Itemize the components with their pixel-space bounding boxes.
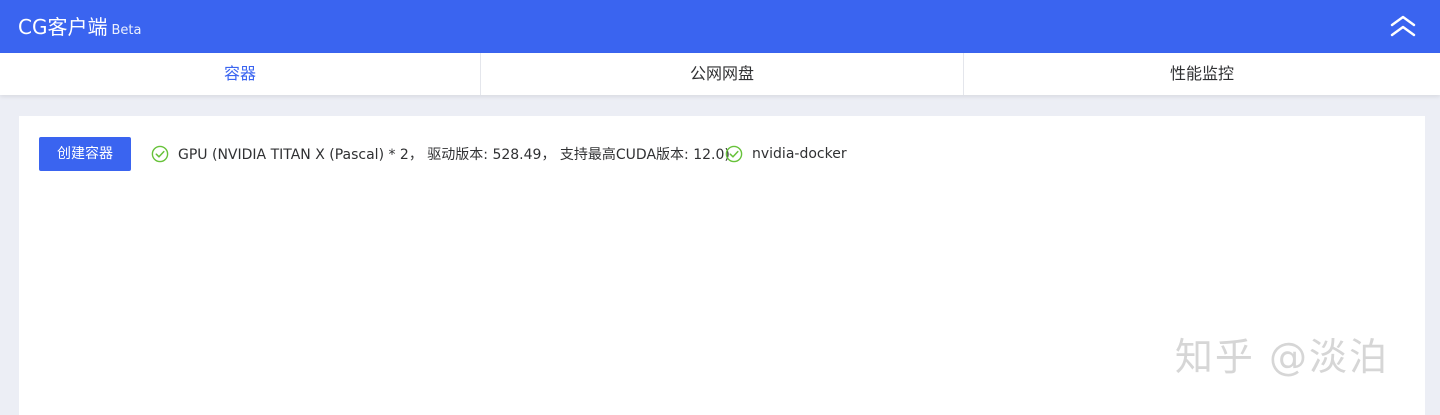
gpu-status: GPU (NVIDIA TITAN X (Pascal) * 2， 驱动版本: … (151, 144, 730, 164)
docker-status: nvidia-docker (725, 144, 847, 164)
check-circle-icon (151, 145, 169, 163)
tab-public-netdisk[interactable]: 公网网盘 (480, 53, 963, 95)
tab-containers[interactable]: 容器 (0, 53, 480, 95)
check-circle-icon (725, 145, 743, 163)
app-header: CG客户端 Beta (0, 0, 1440, 53)
tab-bar: 容器 公网网盘 性能监控 (0, 53, 1440, 95)
docker-status-text: nvidia-docker (752, 146, 847, 162)
gpu-status-text: GPU (NVIDIA TITAN X (Pascal) * 2， 驱动版本: … (178, 147, 730, 163)
tab-performance-monitor[interactable]: 性能监控 (963, 53, 1440, 95)
collapse-button[interactable] (1388, 12, 1418, 40)
create-container-button[interactable]: 创建容器 (39, 137, 131, 171)
double-chevron-up-icon (1390, 15, 1416, 37)
watermark: 知乎 @淡泊 (1174, 335, 1389, 379)
container-panel: 创建容器 GPU (NVIDIA TITAN X (Pascal) * 2， 驱… (19, 116, 1425, 415)
beta-badge: Beta (111, 23, 142, 38)
app-title-text: CG客户端 (18, 15, 108, 39)
app-title: CG客户端 Beta (18, 15, 141, 43)
